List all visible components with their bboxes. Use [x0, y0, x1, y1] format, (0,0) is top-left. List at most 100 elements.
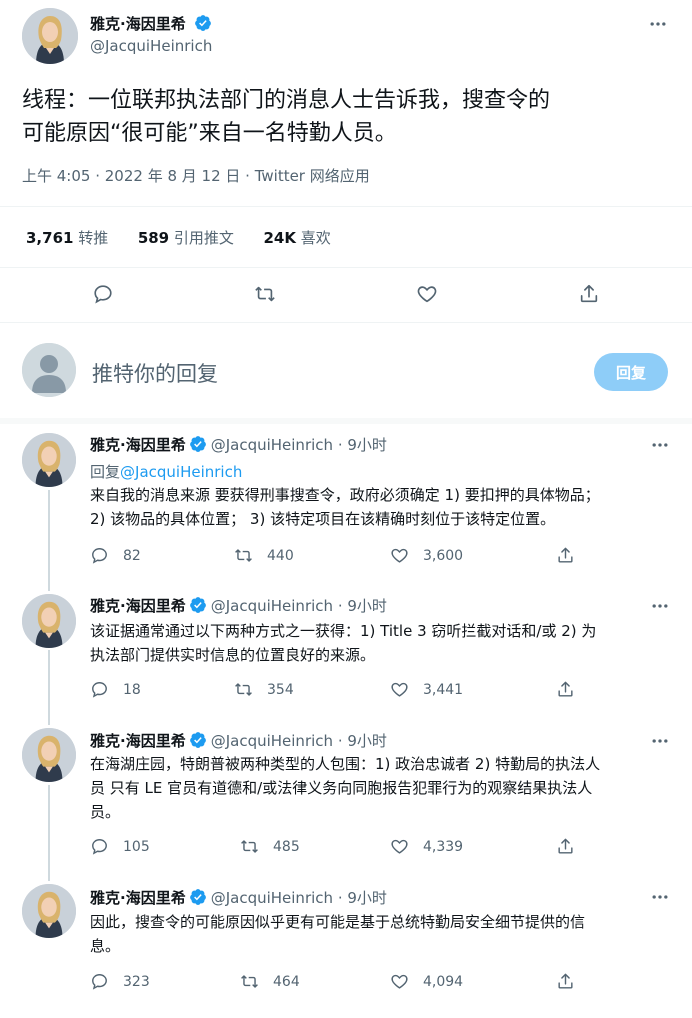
quotes-stat[interactable]: 589 引用推文	[138, 229, 234, 247]
more-options-icon[interactable]	[650, 731, 670, 751]
reply-avatar[interactable]	[22, 433, 76, 487]
like-count: 4,339	[423, 838, 464, 855]
thread-connector	[48, 650, 50, 725]
reply-text-line: 员 只有 LE 官员有道德和/或法律义务向同胞报告犯罪行为的观察结果执法人	[90, 779, 593, 797]
author-photo	[22, 433, 76, 487]
like-heart-icon	[391, 839, 408, 854]
more-options-icon[interactable]	[650, 596, 670, 616]
user-avatar[interactable]	[22, 343, 76, 397]
share-icon[interactable]	[578, 283, 600, 305]
author-photo	[22, 8, 78, 64]
reply-time[interactable]: 9小时	[347, 889, 387, 907]
like-action[interactable]: 4,094	[390, 972, 463, 991]
retweet-count: 485	[273, 838, 300, 855]
more-options-icon[interactable]	[650, 435, 670, 455]
reply-action[interactable]: 323	[90, 972, 150, 991]
like-heart-icon	[391, 682, 408, 697]
reply-time[interactable]: 9小时	[347, 732, 387, 750]
reply-action[interactable]: 18	[90, 680, 141, 699]
reply-text-line: 执法部门提供实时信息的位置良好的来源。	[90, 646, 376, 664]
reply-icon	[92, 839, 107, 855]
replying-to-link[interactable]: @JacquiHeinrich	[120, 463, 242, 481]
reply-icon	[92, 548, 107, 564]
author-photo	[22, 728, 76, 782]
reply-author-handle[interactable]: @JacquiHeinrich	[211, 597, 333, 615]
reply-avatar[interactable]	[22, 594, 76, 648]
reply-time[interactable]: 9小时	[347, 436, 387, 454]
more-options-icon[interactable]	[648, 14, 668, 34]
share-icon[interactable]	[556, 680, 575, 699]
reply-author-handle[interactable]: @JacquiHeinrich	[211, 436, 333, 454]
retweets-label: 转推	[78, 229, 109, 247]
like-heart-icon	[391, 974, 408, 989]
retweet-action[interactable]: 354	[234, 680, 294, 699]
reply-avatar[interactable]	[22, 728, 76, 782]
divider	[0, 322, 692, 323]
divider	[0, 206, 692, 207]
reply-input[interactable]: 推特你的回复	[92, 358, 218, 388]
like-count: 3,600	[423, 547, 464, 564]
retweet-icon	[235, 549, 252, 562]
retweets-count: 3,761	[26, 229, 74, 247]
retweets-stat[interactable]: 3,761 转推	[26, 229, 108, 247]
reply-avatar[interactable]	[22, 884, 76, 938]
verified-badge-icon	[194, 15, 211, 31]
reply-author-name[interactable]: 雅克·海因里希	[90, 889, 186, 907]
author-name[interactable]: 雅克·海因里希	[90, 15, 186, 33]
likes-stat[interactable]: 24K 喜欢	[263, 229, 330, 247]
verified-badge-icon	[189, 597, 206, 613]
reply-submit-button[interactable]: 回复	[594, 353, 668, 391]
reply-author-handle[interactable]: @JacquiHeinrich	[211, 732, 333, 750]
share-icon[interactable]	[556, 837, 575, 856]
like-heart-icon	[391, 548, 408, 563]
like-heart-icon[interactable]	[416, 283, 438, 305]
author-avatar[interactable]	[22, 8, 78, 64]
author-photo	[22, 884, 76, 938]
retweet-count: 464	[273, 973, 300, 990]
reply-text-line: 员。	[90, 803, 121, 821]
reply-action[interactable]: 82	[90, 546, 141, 565]
tweet-text-line-2: 可能原因“很可能”来自一名特勤人员。	[22, 121, 397, 146]
reply-icon	[92, 682, 107, 698]
likes-label: 喜欢	[300, 229, 331, 247]
reply-count: 105	[123, 838, 150, 855]
like-action[interactable]: 4,339	[390, 837, 463, 856]
reply-author-name[interactable]: 雅克·海因里希	[90, 732, 186, 750]
replying-prefix: 回复	[90, 463, 121, 481]
likes-count: 24K	[263, 229, 296, 247]
reply-text-line: 因此，搜查令的可能原因似乎更有可能是基于总统特勤局安全细节提供的信	[90, 913, 586, 931]
retweet-action[interactable]: 440	[234, 546, 294, 565]
retweet-action[interactable]: 485	[240, 837, 300, 856]
retweet-action[interactable]: 464	[240, 972, 300, 991]
tweet-timestamp[interactable]: 上午 4:05 · 2022 年 8 月 12 日 · Twitter 网络应用	[22, 165, 370, 186]
reply-count: 323	[123, 973, 150, 990]
reply-author-name[interactable]: 雅克·海因里希	[90, 436, 186, 454]
reply-time[interactable]: 9小时	[347, 597, 387, 615]
reply-count: 18	[123, 681, 141, 698]
reply-text-line: 来自我的消息来源 要获得刑事搜查令，政府必须确定 1) 要扣押的具体物品；	[90, 486, 600, 504]
reply-text-line: 2) 该物品的具体位置； 3) 该特定项目在该精确时刻位于该特定位置。	[90, 510, 556, 528]
section-divider	[0, 418, 692, 424]
reply-icon	[92, 974, 107, 990]
reply-author-handle[interactable]: @JacquiHeinrich	[211, 889, 333, 907]
thread-connector	[48, 785, 50, 881]
reply-text-line: 在海湖庄园，特朗普被两种类型的人包围：1) 政治忠诚者 2) 特勤局的执法人	[90, 755, 601, 773]
reply-author-name[interactable]: 雅克·海因里希	[90, 597, 186, 615]
retweet-icon	[241, 975, 258, 988]
like-count: 4,094	[423, 973, 464, 990]
more-options-icon[interactable]	[650, 887, 670, 907]
like-action[interactable]: 3,600	[390, 546, 463, 565]
share-icon[interactable]	[556, 972, 575, 991]
quotes-label: 引用推文	[173, 229, 234, 247]
verified-badge-icon	[189, 732, 206, 748]
share-icon[interactable]	[556, 546, 575, 565]
like-action[interactable]: 3,441	[390, 680, 463, 699]
reply-text-line: 息。	[90, 937, 121, 955]
author-photo	[22, 594, 76, 648]
stats-row: 3,761 转推 589 引用推文 24K 喜欢	[26, 227, 331, 248]
author-handle[interactable]: @JacquiHeinrich	[90, 37, 212, 55]
reply-icon[interactable]	[92, 283, 114, 305]
retweet-count: 440	[267, 547, 294, 564]
retweet-icon[interactable]	[254, 283, 276, 305]
reply-action[interactable]: 105	[90, 837, 150, 856]
